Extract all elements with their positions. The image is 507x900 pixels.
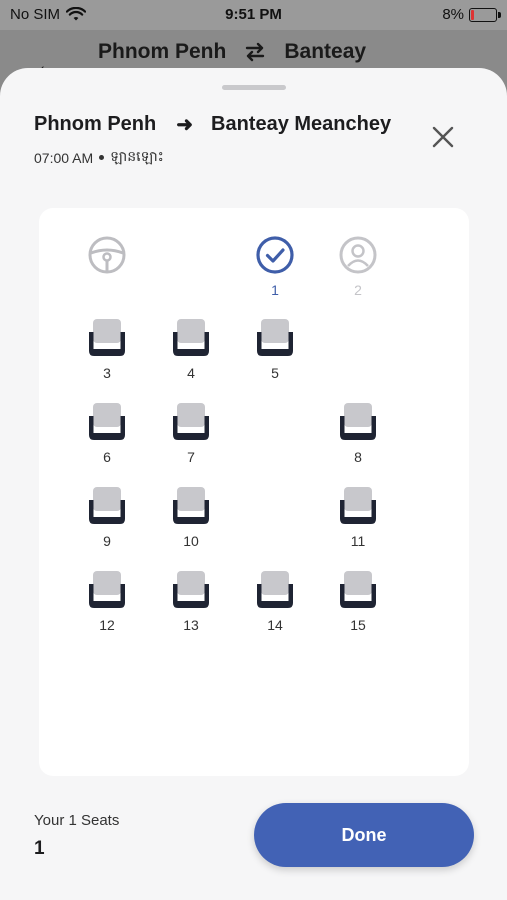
seat-11[interactable]: 11	[333, 486, 383, 549]
seat-6[interactable]: 6	[82, 402, 132, 465]
seat-number: 2	[354, 282, 362, 298]
seat-icon	[173, 403, 209, 440]
seat-number: 1	[271, 282, 279, 298]
route-title: Phnom Penh ➜ Banteay Meanchey	[34, 112, 391, 137]
seat-number: 6	[103, 449, 111, 465]
seat-number: 13	[183, 617, 199, 633]
seat-1-selected[interactable]: 1	[250, 235, 300, 298]
selected-seats-value: 1	[34, 838, 45, 859]
seat-icon	[257, 319, 293, 356]
seat-number: 3	[103, 365, 111, 381]
seat-number: 10	[183, 533, 199, 549]
seat-number: 9	[103, 533, 111, 549]
seat-icon	[340, 571, 376, 608]
seat-number: 12	[99, 617, 115, 633]
bus-type: ឡានឡោះ	[110, 148, 164, 164]
seat-number: 14	[267, 617, 283, 633]
seat-9[interactable]: 9	[82, 486, 132, 549]
status-time: 9:51 PM	[225, 6, 282, 23]
background-from: Phnom Penh	[98, 40, 227, 63]
seat-icon	[89, 319, 125, 356]
seat-icon	[173, 319, 209, 356]
departure-time: 07:00 AM	[34, 149, 94, 166]
sheet-grabber[interactable]	[222, 85, 286, 90]
seat-5[interactable]: 5	[250, 318, 300, 381]
seat-icon	[173, 487, 209, 524]
seat-icon	[89, 571, 125, 608]
background-route: Phnom Penh Banteay	[98, 40, 366, 64]
swap-icon[interactable]	[244, 41, 266, 63]
seat-3[interactable]: 3	[82, 318, 132, 381]
seat-14[interactable]: 14	[250, 570, 300, 633]
separator-dot	[99, 155, 105, 160]
seat-10[interactable]: 10	[166, 486, 216, 549]
person-circle-icon	[339, 236, 377, 274]
background-to: Banteay	[284, 40, 367, 63]
done-button[interactable]: Done	[254, 803, 474, 867]
close-icon[interactable]	[430, 124, 456, 150]
status-bar: No SIM 9:51 PM 8%	[0, 0, 507, 30]
route-from: Phnom Penh	[34, 113, 157, 135]
seat-number: 7	[187, 449, 195, 465]
seat-15[interactable]: 15	[333, 570, 383, 633]
seat-12[interactable]: 12	[82, 570, 132, 633]
seat-icon	[257, 571, 293, 608]
seat-13[interactable]: 13	[166, 570, 216, 633]
check-circle-icon	[256, 236, 294, 274]
seat-icon	[173, 571, 209, 608]
seat-2-passenger: 2	[333, 235, 383, 298]
seat-selection-sheet: Phnom Penh ➜ Banteay Meanchey 07:00 AM ឡ…	[0, 68, 507, 900]
trip-info: 07:00 AM ឡានឡោះ	[34, 147, 164, 168]
seat-number: 15	[350, 617, 366, 633]
seat-4[interactable]: 4	[166, 318, 216, 381]
battery-percent: 8%	[442, 6, 464, 23]
driver-seat	[82, 235, 132, 280]
steering-wheel-icon	[88, 236, 126, 274]
seat-icon	[89, 487, 125, 524]
seat-7[interactable]: 7	[166, 402, 216, 465]
seat-map: 1 2 3 4 5 6 7 8 9 10 11 12 13 14 15	[39, 208, 469, 776]
seat-8[interactable]: 8	[333, 402, 383, 465]
seat-icon	[340, 403, 376, 440]
seat-icon	[89, 403, 125, 440]
battery-icon	[469, 7, 501, 22]
seat-number: 4	[187, 365, 195, 381]
arrow-right-icon: ➜	[176, 114, 193, 136]
status-right: 8%	[442, 6, 501, 23]
selected-seats-label: Your 1 Seats	[34, 812, 120, 829]
seat-number: 5	[271, 365, 279, 381]
route-to: Banteay Meanchey	[211, 113, 392, 135]
seat-number: 11	[350, 533, 366, 549]
seat-number: 8	[354, 449, 362, 465]
seat-icon	[340, 487, 376, 524]
